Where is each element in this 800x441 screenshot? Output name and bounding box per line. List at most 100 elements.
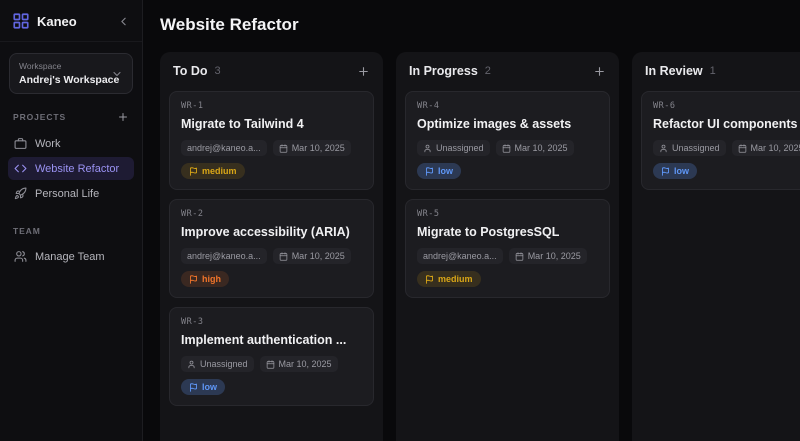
sidebar-item-website-refactor[interactable]: Website Refactor: [8, 157, 134, 180]
board-column-in-progress: In Progress 2 WR-4 Optimize images & assets…: [396, 52, 619, 441]
column-header: To Do 3: [160, 52, 383, 87]
task-title: Refactor UI components: [653, 117, 800, 131]
flag-icon: [189, 383, 198, 392]
plus-icon: [117, 111, 129, 123]
sidebar-collapse-button[interactable]: [117, 15, 130, 28]
add-task-button[interactable]: [593, 65, 606, 78]
chevron-down-icon: [111, 68, 123, 80]
sidebar-item-work[interactable]: Work: [8, 132, 134, 155]
task-meta: andrej@kaneo.a... Mar 10, 2025 medium: [417, 248, 598, 287]
flag-icon: [661, 167, 670, 176]
priority-badge-low: low: [417, 163, 461, 179]
assignee-chip: andrej@kaneo.a...: [181, 140, 267, 156]
board-column-in-review: In Review1 WR-6 Refactor UI components Unas…: [632, 52, 800, 441]
workspace-selector[interactable]: Workspace Andrej's Workspace: [9, 53, 133, 94]
kanban-board: To Do 3 WR-1 Migrate to Tailwind 4 andrej@ka…: [160, 52, 800, 441]
flag-icon: [425, 167, 434, 176]
column-title: To Do: [173, 64, 207, 78]
task-card-wr-5[interactable]: WR-5 Migrate to PostgresSQL andrej@kaneo.a…: [405, 199, 610, 298]
users-icon: [14, 250, 27, 263]
team-nav: Manage Team: [0, 243, 142, 270]
calendar-icon: [279, 252, 288, 261]
assignee-chip: Unassigned: [417, 140, 490, 156]
column-title: In Progress: [409, 64, 478, 78]
rocket-icon: [14, 187, 27, 200]
task-id: WR-2: [181, 209, 362, 219]
plus-icon: [593, 65, 606, 78]
due-date-chip: Mar 10, 2025: [273, 140, 351, 156]
task-card-wr-1[interactable]: WR-1 Migrate to Tailwind 4 andrej@kaneo.a.…: [169, 91, 374, 190]
due-date-label: Mar 10, 2025: [515, 143, 568, 153]
code-icon: [14, 162, 27, 175]
assignee-chip: Unassigned: [653, 140, 726, 156]
priority-label: high: [202, 274, 221, 284]
sidebar-item-label: Personal Life: [35, 188, 99, 200]
due-date-label: Mar 10, 2025: [528, 251, 581, 261]
task-meta: andrej@kaneo.a... Mar 10, 2025 medium: [181, 140, 362, 179]
user-icon: [659, 144, 668, 153]
column-cards: WR-6 Refactor UI components Unassigned Mar …: [632, 87, 800, 199]
team-section-label: TEAM: [13, 226, 41, 236]
task-id: WR-1: [181, 101, 362, 111]
column-count: 3: [214, 65, 220, 77]
task-title: Migrate to Tailwind 4: [181, 117, 362, 131]
assignee-chip: andrej@kaneo.a...: [417, 248, 503, 264]
task-card-wr-4[interactable]: WR-4 Optimize images & assets Unassigned Ma…: [405, 91, 610, 190]
flag-icon: [189, 167, 198, 176]
task-title: Migrate to PostgresSQL: [417, 225, 598, 239]
column-count: 2: [485, 65, 491, 77]
app-window: Kaneo Workspace Andrej's Workspace PROJE…: [0, 0, 800, 441]
task-card-wr-2[interactable]: WR-2 Improve accessibility (ARIA) andrej@k…: [169, 199, 374, 298]
task-card-wr-6[interactable]: WR-6 Refactor UI components Unassigned Mar …: [641, 91, 800, 190]
column-cards: WR-1 Migrate to Tailwind 4 andrej@kaneo.a.…: [160, 87, 383, 415]
due-date-label: Mar 10, 2025: [751, 143, 800, 153]
column-cards: WR-4 Optimize images & assets Unassigned Ma…: [396, 87, 619, 307]
calendar-icon: [279, 144, 288, 153]
task-title: Improve accessibility (ARIA): [181, 225, 362, 239]
priority-badge-medium: medium: [417, 271, 481, 287]
sidebar-item-personal-life[interactable]: Personal Life: [8, 182, 134, 205]
add-task-button[interactable]: [357, 65, 370, 78]
calendar-icon: [515, 252, 524, 261]
flag-icon: [425, 275, 434, 284]
sidebar-item-manage-team[interactable]: Manage Team: [8, 245, 134, 268]
priority-badge-high: high: [181, 271, 229, 287]
task-meta: Unassigned Mar 10, 2025 low: [417, 140, 598, 179]
workspace-selector-text: Workspace Andrej's Workspace: [19, 61, 111, 86]
app-name: Kaneo: [37, 14, 110, 29]
calendar-icon: [266, 360, 275, 369]
due-date-chip: Mar 10, 2025: [732, 140, 800, 156]
task-id: WR-5: [417, 209, 598, 219]
flag-icon: [189, 275, 198, 284]
priority-label: low: [438, 166, 453, 176]
assignee-label: Unassigned: [672, 143, 720, 153]
user-icon: [187, 360, 196, 369]
sidebar-item-label: Website Refactor: [35, 163, 119, 175]
projects-section-header: PROJECTS: [0, 111, 142, 123]
task-title: Optimize images & assets: [417, 117, 598, 131]
priority-label: medium: [438, 274, 473, 284]
priority-badge-medium: medium: [181, 163, 245, 179]
task-id: WR-6: [653, 101, 800, 111]
task-id: WR-4: [417, 101, 598, 111]
task-meta: andrej@kaneo.a... Mar 10, 2025 high: [181, 248, 362, 287]
task-title: Implement authentication ...: [181, 333, 362, 347]
priority-label: low: [674, 166, 689, 176]
assignee-chip: Unassigned: [181, 356, 254, 372]
add-project-button[interactable]: [117, 111, 129, 123]
priority-label: medium: [202, 166, 237, 176]
due-date-chip: Mar 10, 2025: [273, 248, 351, 264]
assignee-label: Unassigned: [200, 359, 248, 369]
chevron-left-icon: [117, 15, 130, 28]
assignee-chip: andrej@kaneo.a...: [181, 248, 267, 264]
assignee-label: andrej@kaneo.a...: [187, 251, 261, 261]
task-card-wr-3[interactable]: WR-3Implement authentication ...Unassign…: [169, 307, 374, 406]
sidebar: Kaneo Workspace Andrej's Workspace PROJE…: [0, 0, 143, 441]
priority-badge-low: low: [653, 163, 697, 179]
assignee-label: andrej@kaneo.a...: [187, 143, 261, 153]
briefcase-icon: [14, 137, 27, 150]
user-icon: [423, 144, 432, 153]
column-header: In Review1: [632, 52, 800, 87]
team-section-header: TEAM: [0, 226, 142, 236]
kaneo-logo-icon: [12, 12, 30, 30]
